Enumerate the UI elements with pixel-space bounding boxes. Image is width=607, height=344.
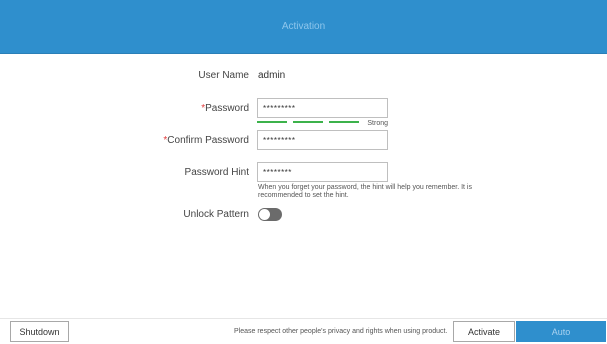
confirm-password-label-text: Confirm Password xyxy=(167,135,249,146)
user-name-value: admin xyxy=(258,70,286,81)
unlock-pattern-toggle[interactable] xyxy=(258,208,282,221)
password-row: *Password xyxy=(0,98,607,120)
password-hint-field[interactable] xyxy=(257,162,388,182)
strength-label: Strong xyxy=(367,120,388,127)
confirm-password-label: *Confirm Password xyxy=(163,130,249,152)
footer-divider xyxy=(0,318,607,319)
user-name-row: User Name admin xyxy=(0,65,607,87)
shutdown-button[interactable]: Shutdown xyxy=(10,321,69,342)
activate-button[interactable]: Activate xyxy=(453,321,515,342)
strength-segment xyxy=(293,121,323,123)
page-title: Activation xyxy=(281,21,326,32)
password-label: *Password xyxy=(201,98,249,120)
strength-segment xyxy=(329,121,359,123)
unlock-pattern-label: Unlock Pattern xyxy=(183,209,249,220)
confirm-password-row: *Confirm Password xyxy=(0,130,607,152)
password-hint-row: Password Hint xyxy=(0,162,607,184)
auto-button[interactable]: Auto xyxy=(516,321,606,342)
password-hint-note: When you forget your password, the hint … xyxy=(258,184,472,199)
password-field[interactable] xyxy=(257,98,388,118)
toggle-knob xyxy=(259,209,270,220)
privacy-notice: Please respect other people's privacy an… xyxy=(234,328,448,335)
confirm-password-field[interactable] xyxy=(257,130,388,150)
header-bar: Activation xyxy=(0,0,607,54)
strength-segment xyxy=(257,121,287,123)
password-strength-meter: Strong xyxy=(257,120,388,128)
password-label-text: Password xyxy=(205,103,249,114)
user-name-label: User Name xyxy=(198,70,249,81)
unlock-pattern-row: Unlock Pattern xyxy=(0,204,607,226)
password-hint-label: Password Hint xyxy=(184,167,249,178)
